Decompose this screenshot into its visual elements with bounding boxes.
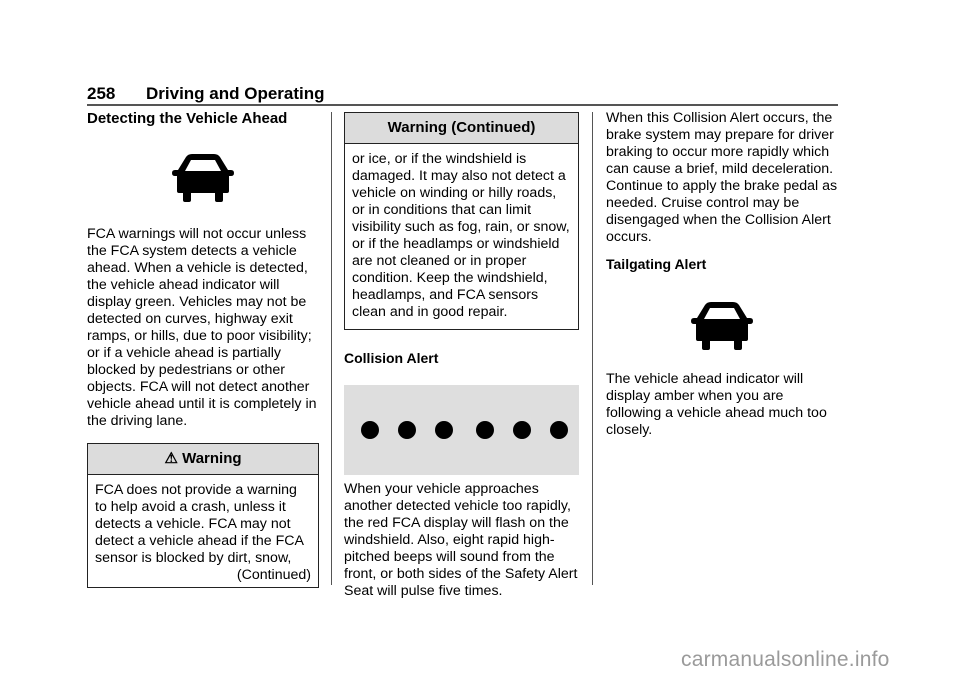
warning-triangle-icon: ⚠	[164, 450, 178, 467]
alert-dot	[398, 421, 416, 439]
warning-header: ⚠ Warning	[88, 444, 318, 475]
alert-dot	[550, 421, 568, 439]
chapter-title: Driving and Operating	[146, 84, 325, 103]
section-title: Detecting the Vehicle Ahead	[87, 110, 288, 127]
warning-text: FCA does not provide a warning to help a…	[95, 482, 304, 566]
column-1: Detecting the Vehicle Ahead FCA warnings…	[87, 110, 319, 588]
collision-alert-display	[344, 385, 579, 475]
body-paragraph: When your vehicle approaches another det…	[344, 481, 578, 599]
page-number: 258	[87, 84, 116, 103]
body-paragraph: FCA warnings will not occur unless the F…	[87, 226, 317, 429]
column-2: Warning (Continued) or ice, or if the wi…	[344, 112, 579, 600]
body-paragraph: When this Collision Alert occurs, the br…	[606, 110, 838, 245]
subheading-collision-alert: Collision Alert	[344, 350, 439, 366]
page-header: 258 Driving and Operating	[87, 84, 838, 106]
warning-title: Warning	[182, 450, 242, 467]
vehicle-ahead-icon	[691, 302, 753, 350]
alert-dot	[435, 421, 453, 439]
watermark: carmanualsonline.info	[681, 648, 890, 671]
alert-dot	[361, 421, 379, 439]
warning-box: ⚠ Warning FCA does not provide a warning…	[87, 443, 319, 588]
column-3: When this Collision Alert occurs, the br…	[606, 110, 841, 439]
body-paragraph: The vehicle ahead indicator will display…	[606, 371, 827, 438]
column-divider	[592, 112, 593, 585]
continued-label: (Continued)	[236, 567, 311, 583]
alert-dot	[476, 421, 494, 439]
column-divider	[331, 112, 332, 585]
warning-text: or ice, or if the windshield is damaged.…	[352, 151, 570, 320]
warning-header: Warning (Continued)	[345, 113, 578, 144]
alert-dot	[513, 421, 531, 439]
warning-box-continued: Warning (Continued) or ice, or if the wi…	[344, 112, 579, 330]
subheading-tailgating-alert: Tailgating Alert	[606, 256, 707, 272]
vehicle-ahead-icon	[172, 154, 234, 202]
